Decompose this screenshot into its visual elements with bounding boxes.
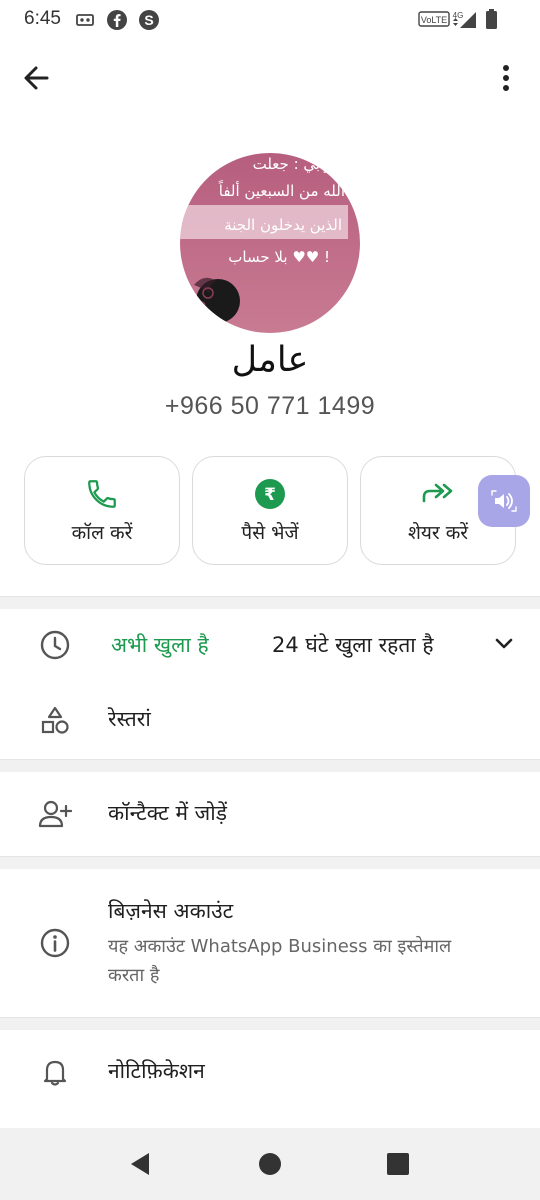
send-money-action-label: पैसे भेजें (241, 522, 299, 544)
more-options-button[interactable] (490, 62, 522, 94)
add-to-contacts-button[interactable]: कॉन्टैक्ट में जोड़ें (108, 799, 227, 827)
system-navigation-bar (0, 1128, 540, 1200)
notifications-button[interactable]: नोटिफ़िकेशन (108, 1057, 205, 1085)
expand-hours-button[interactable] (490, 630, 518, 658)
photo-text-line-3: الذين يدخلون الجنة (224, 216, 342, 234)
category-icon (38, 704, 72, 738)
chevron-down-icon (495, 638, 513, 649)
call-action-button[interactable]: कॉल करें (24, 456, 180, 565)
rupee-symbol: ₹ (264, 485, 276, 505)
status-bar: 6:45 S VoLTE 4G (0, 0, 540, 40)
section-divider (0, 856, 540, 869)
floating-audio-button[interactable] (478, 475, 530, 527)
svg-text:VoLTE: VoLTE (421, 15, 447, 25)
network-status: VoLTE 4G (418, 9, 500, 31)
business-account-title: बिज़नेस अकाउंट (108, 899, 234, 923)
info-icon (38, 926, 72, 960)
nav-recents-icon (387, 1153, 409, 1175)
arrow-back-icon (24, 66, 49, 90)
phone-icon (88, 480, 116, 508)
back-button[interactable] (18, 60, 54, 96)
open-status: अभी खुला है (111, 633, 209, 657)
call-action-label: कॉल करें (71, 522, 133, 544)
section-divider (0, 759, 540, 772)
contact-name: عامل (231, 340, 309, 380)
section-divider (0, 1017, 540, 1030)
status-time: 6:45 (24, 8, 61, 29)
voicemail-icon (76, 9, 94, 35)
nav-home-button[interactable] (252, 1146, 288, 1182)
send-money-action-button[interactable]: ₹ पैसे भेजें (192, 456, 348, 565)
speaker-icon (491, 490, 517, 512)
opening-hours: 24 घंटे खुला रहता है (272, 633, 434, 657)
add-person-icon (38, 797, 72, 831)
top-app-bar (0, 50, 540, 106)
clock-icon (38, 628, 72, 662)
bell-icon (38, 1055, 72, 1089)
facebook-icon (106, 9, 128, 35)
profile-photo[interactable]: ي وابي : جعلت الله من السبعين ألفاً الذي… (180, 153, 360, 333)
more-vert-icon (503, 65, 509, 91)
business-account-description[interactable]: यह अकाउंट WhatsApp Business का इस्तेमाल … (108, 932, 468, 990)
nav-back-icon (131, 1153, 149, 1175)
svg-text:S: S (144, 12, 153, 28)
nav-recents-button[interactable] (380, 1146, 416, 1182)
rupee-icon: ₹ (255, 479, 285, 509)
photo-text-line-4: بلا حساب ♥♥ ! (228, 248, 330, 266)
business-category: रेस्तरां (108, 707, 151, 731)
photo-text-line-2: الله من السبعين ألفاً (218, 180, 345, 200)
section-divider (0, 596, 540, 609)
nav-back-button[interactable] (122, 1146, 158, 1182)
nav-home-icon (259, 1153, 281, 1175)
share-arrow-icon (422, 483, 453, 503)
svg-text:4G: 4G (453, 11, 464, 20)
contact-phone[interactable]: +966 50 771 1499 (0, 392, 540, 421)
profile-photo-image: ي وابي : جعلت الله من السبعين ألفاً الذي… (180, 153, 360, 333)
photo-text-line-1: ي وابي : جعلت (253, 155, 348, 174)
skype-icon: S (138, 9, 160, 35)
